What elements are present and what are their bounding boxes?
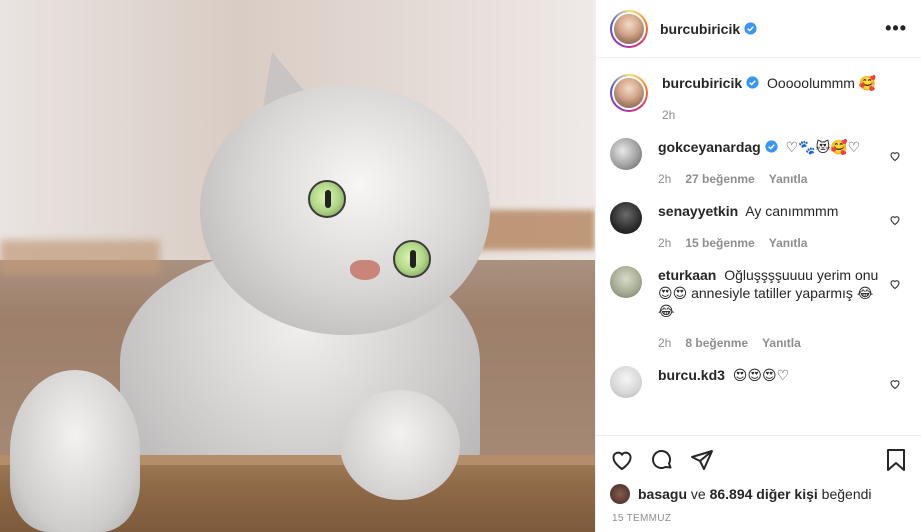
bookmark-icon[interactable] (885, 448, 907, 472)
share-icon[interactable] (690, 448, 714, 472)
caption-text: Ooooolummm 🥰 (767, 75, 877, 91)
comment-time[interactable]: 2h (658, 334, 671, 352)
post-sidebar: burcubiricik ••• burcubiricik Ooooolummm… (595, 0, 921, 532)
caption-time[interactable]: 2h (662, 106, 675, 124)
cat-head (200, 85, 490, 335)
comment-time[interactable]: 2h (658, 170, 671, 188)
comment-username[interactable]: eturkaan (658, 267, 716, 283)
comment-like-icon[interactable] (889, 278, 901, 290)
likes-connector: ve (690, 486, 706, 502)
caption-avatar[interactable] (610, 74, 648, 112)
comment-username[interactable]: gokceyanardag (658, 139, 761, 155)
author-username[interactable]: burcubiricik (660, 21, 740, 37)
comment-body: burcu.kd3 😍😍😍♡ (658, 366, 907, 398)
comment-username[interactable]: senayyetkin (658, 203, 738, 219)
comment-icon[interactable] (650, 448, 674, 472)
post-photo[interactable] (0, 0, 595, 532)
post-actions (596, 435, 921, 483)
verified-icon (746, 76, 759, 89)
cat-paw-left (10, 370, 140, 532)
comment-avatar[interactable] (610, 202, 642, 234)
comment-like-icon[interactable] (889, 214, 901, 226)
comment-username[interactable]: burcu.kd3 (658, 367, 725, 383)
comment-text: 😍😍😍♡ (732, 367, 790, 383)
caption-meta: 2h (662, 106, 885, 124)
instagram-post: burcubiricik ••• burcubiricik Ooooolummm… (0, 0, 921, 532)
avatar-border (612, 76, 646, 110)
reply-button[interactable]: Yanıtla (762, 334, 801, 352)
more-icon[interactable]: ••• (885, 18, 907, 39)
comment-avatar[interactable] (610, 138, 642, 170)
comments-list: burcubiricik Ooooolummm 🥰 2h gokceyanard… (596, 58, 921, 435)
cat-nose (350, 260, 380, 280)
photo-shelf-left (0, 240, 160, 275)
likes-suffix: beğendi (821, 486, 872, 502)
avatar-image (614, 78, 644, 108)
avatar-image (614, 13, 644, 44)
post-header: burcubiricik ••• (596, 0, 921, 58)
liker-avatar[interactable] (610, 484, 630, 504)
comment-avatar[interactable] (610, 366, 642, 398)
comment-like-icon[interactable] (889, 150, 901, 162)
liker-username[interactable]: basagu (638, 486, 687, 502)
comment-likes[interactable]: 15 beğenme (685, 234, 754, 252)
comment-body: senayyetkin Ay canımmmm 2h 15 beğenme Ya… (658, 202, 907, 252)
caption-body: burcubiricik Ooooolummm 🥰 2h (662, 74, 907, 124)
comment-row: senayyetkin Ay canımmmm 2h 15 beğenme Ya… (610, 202, 907, 252)
comment-meta: 2h 27 beğenme Yanıtla (658, 170, 885, 188)
verified-icon (744, 22, 757, 35)
avatar-border (612, 11, 646, 46)
likes-count[interactable]: 86.894 diğer kişi (710, 486, 818, 502)
comment-text: ♡🐾😻🥰♡ (785, 139, 861, 155)
comment-row: eturkaan Oğluşşşşuuuu yerim onu 😍😍 annes… (610, 266, 907, 352)
reply-button[interactable]: Yanıtla (769, 170, 808, 188)
comment-avatar[interactable] (610, 266, 642, 298)
comment-meta: 2h 15 beğenme Yanıtla (658, 234, 885, 252)
comment-body: eturkaan Oğluşşşşuuuu yerim onu 😍😍 annes… (658, 266, 907, 352)
likes-summary: basagu ve 86.894 diğer kişi beğendi (596, 483, 921, 505)
comment-likes[interactable]: 8 beğenme (685, 334, 748, 352)
comment-row: burcu.kd3 😍😍😍♡ (610, 366, 907, 398)
caption-username[interactable]: burcubiricik (662, 75, 742, 91)
comment-likes[interactable]: 27 beğenme (685, 170, 754, 188)
heart-icon[interactable] (610, 448, 634, 472)
author-avatar[interactable] (610, 9, 648, 48)
cat-eye-left (308, 180, 346, 218)
comment-meta: 2h 8 beğenme Yanıtla (658, 334, 885, 352)
cat-eye-right (393, 240, 431, 278)
caption-row: burcubiricik Ooooolummm 🥰 2h (610, 74, 907, 124)
comment-like-icon[interactable] (889, 378, 901, 390)
comment-body: gokceyanardag ♡🐾😻🥰♡ 2h 27 beğenme Yanıtl… (658, 138, 907, 188)
post-date[interactable]: 15 TEMMUZ (596, 505, 921, 532)
comment-row: gokceyanardag ♡🐾😻🥰♡ 2h 27 beğenme Yanıtl… (610, 138, 907, 188)
comment-time[interactable]: 2h (658, 234, 671, 252)
cat-paw-right (340, 390, 460, 500)
comment-text: Ay canımmmm (745, 203, 839, 219)
reply-button[interactable]: Yanıtla (769, 234, 808, 252)
verified-icon (765, 140, 778, 153)
